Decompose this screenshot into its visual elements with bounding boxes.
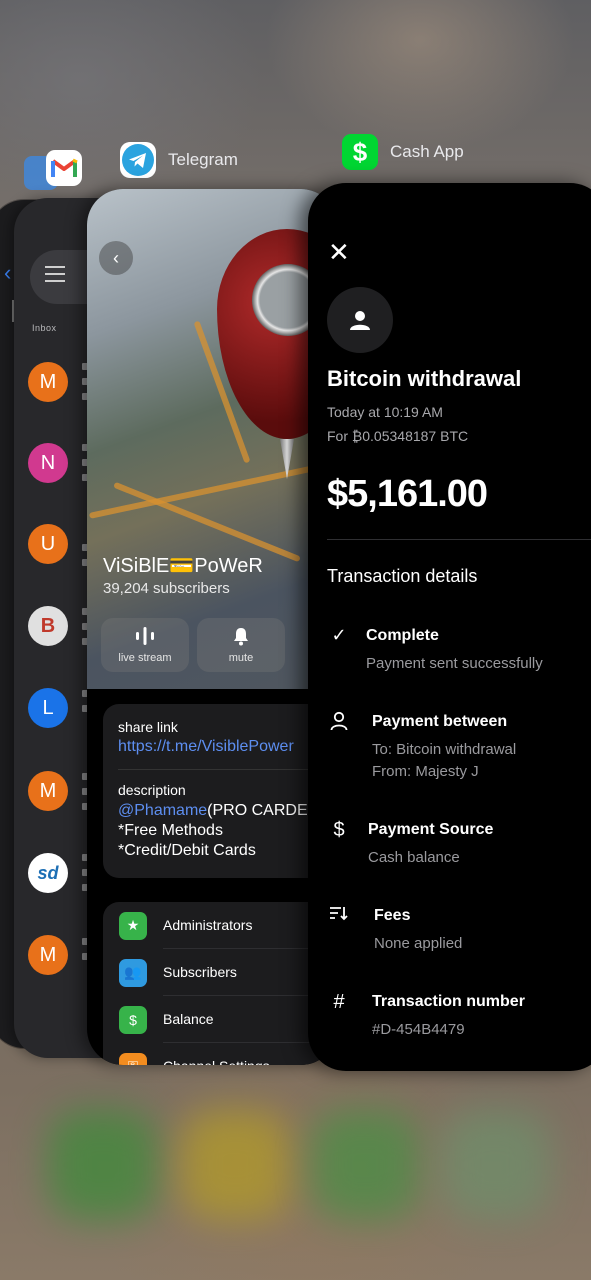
detail-subtitle: From: Majesty J [372, 763, 479, 780]
menu-item-balance[interactable]: $ Balance [119, 996, 337, 1043]
channel-info-panel: share link https://t.me/VisiblePower des… [103, 704, 337, 878]
detail-subtitle: Payment sent successfully [366, 655, 543, 672]
live-stream-icon [101, 626, 189, 648]
mute-button[interactable]: mute [197, 618, 285, 672]
cashapp-app-name: Cash App [390, 142, 464, 161]
share-link-url[interactable]: https://t.me/VisiblePower [118, 738, 337, 756]
telegram-app-card[interactable]: ‹ ViSiBlE💳PoWeR 39,204 subscribers live … [87, 189, 337, 1065]
description-mention[interactable]: @Phamame [118, 802, 207, 819]
blurred-dock-app [180, 1110, 290, 1220]
detail-subtitle: #D-454B4479 [372, 1021, 465, 1038]
subscriber-count: 39,204 subscribers [103, 580, 230, 597]
share-link-label: share link [118, 719, 178, 735]
back-chevron-icon[interactable]: ‹ [4, 260, 11, 286]
transaction-date: Today at 10:19 AM [327, 404, 443, 420]
fees-icon [327, 905, 351, 926]
detail-title: Fees [374, 907, 411, 924]
description-line: *Free Methods [118, 822, 223, 839]
bell-icon [197, 626, 285, 648]
telegram-app-name: Telegram [168, 150, 238, 169]
inbox-label: Inbox [32, 323, 57, 333]
key-icon: ⚿ [119, 1052, 147, 1065]
dollar-icon: $ [119, 1005, 147, 1034]
cash-app-icon: $ [342, 134, 378, 170]
gmail-app-icon[interactable] [46, 150, 82, 186]
divider [327, 539, 591, 540]
close-icon[interactable]: ✕ [328, 239, 350, 265]
channel-name: ViSiBlE💳PoWeR [103, 555, 263, 577]
transaction-btc-amount: For ₿0.05348187 BTC [327, 428, 469, 444]
hamburger-menu-icon[interactable] [45, 266, 65, 287]
description-label: description [118, 782, 186, 798]
detail-title: Payment Source [368, 821, 494, 838]
cashapp-app-card[interactable]: ✕ Bitcoin withdrawal Today at 10:19 AM F… [308, 183, 591, 1071]
people-icon: 👥 [119, 958, 147, 987]
description-rest: (PRO CARDER [207, 802, 320, 819]
cashapp-switcher-label[interactable]: $ Cash App [342, 134, 464, 170]
avatar: B [28, 606, 68, 646]
live-stream-label: live stream [118, 652, 172, 664]
admin-shield-icon: ★ [119, 911, 147, 940]
mute-label: mute [228, 652, 254, 664]
detail-title: Complete [366, 627, 439, 644]
blurred-dock-app [48, 1110, 158, 1220]
detail-subtitle: None applied [374, 935, 463, 952]
dollar-sign-icon: $ [333, 819, 345, 841]
blurred-dock-app [440, 1110, 550, 1220]
description-line: *Credit/Debit Cards [118, 842, 256, 859]
check-icon: ✓ [331, 625, 347, 645]
avatar [327, 287, 393, 353]
transaction-amount: $5,161.00 [327, 473, 488, 515]
description-text: @Phamame(PRO CARDER *Free Methods *Credi… [118, 801, 337, 861]
person-icon [350, 311, 370, 330]
avatar: U [28, 524, 68, 564]
channel-management-menu: ★ Administrators 👥 Subscribers $ Balance… [103, 902, 337, 1065]
blurred-dock-app [310, 1110, 420, 1220]
detail-subtitle: Cash balance [368, 849, 460, 866]
avatar: N [28, 443, 68, 483]
avatar: M [28, 771, 68, 811]
detail-title: Payment between [372, 713, 508, 730]
section-title: Transaction details [327, 566, 478, 586]
back-button[interactable]: ‹ [99, 241, 133, 275]
person-icon [327, 711, 351, 736]
chevron-left-icon: ‹ [113, 247, 119, 268]
live-stream-button[interactable]: live stream [101, 618, 189, 672]
menu-item-subscribers[interactable]: 👥 Subscribers [119, 949, 337, 996]
detail-subtitle: To: Bitcoin withdrawal [372, 741, 517, 758]
avatar: M [28, 935, 68, 975]
avatar: L [28, 688, 68, 728]
avatar: M [28, 362, 68, 402]
hash-icon: # [333, 991, 345, 1013]
telegram-app-icon [120, 142, 156, 178]
transaction-title: Bitcoin withdrawal [327, 366, 522, 391]
detail-title: Transaction number [372, 993, 525, 1010]
menu-item-administrators[interactable]: ★ Administrators [119, 902, 337, 949]
avatar: sd [28, 853, 68, 893]
telegram-switcher-label[interactable]: Telegram [120, 142, 238, 178]
menu-item-channel-settings[interactable]: ⚿ Channel Settings [119, 1043, 337, 1065]
